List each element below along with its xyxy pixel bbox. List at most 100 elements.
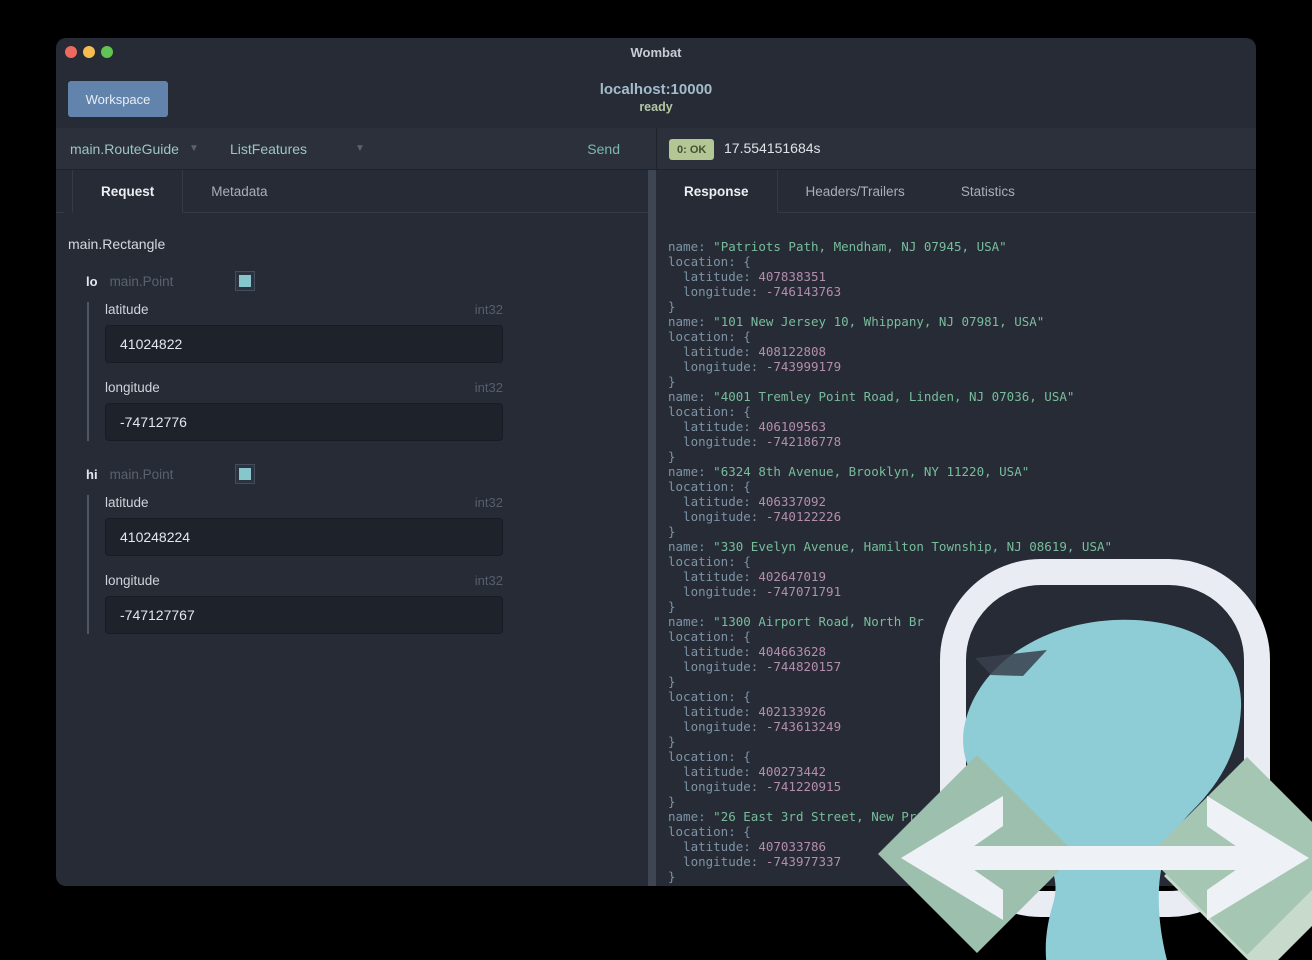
response-brace: } — [668, 374, 676, 389]
group-checkbox[interactable] — [235, 464, 256, 484]
response-line: latitude: 406337092 — [668, 494, 1256, 509]
tab-request[interactable]: Request — [72, 170, 184, 213]
field-longitude: longitude int32 — [105, 380, 648, 441]
checkbox-checked-fill — [239, 275, 252, 287]
server-status: ready — [639, 100, 673, 114]
response-line: location: { — [668, 254, 1256, 269]
response-line: latitude: 406109563 — [668, 419, 1256, 434]
field-type: int32 — [474, 302, 503, 317]
send-button[interactable]: Send — [587, 128, 620, 169]
response-key: longitude: — [668, 854, 759, 869]
response-key: location: — [668, 554, 736, 569]
longitude-input[interactable] — [105, 403, 503, 441]
response-key: location: — [668, 689, 736, 704]
response-key: name: — [668, 614, 706, 629]
field-longitude: longitude int32 — [105, 573, 648, 634]
response-line: name: "101 New Jersey 10, Whippany, NJ 0… — [668, 314, 1256, 329]
tab-metadata[interactable]: Metadata — [183, 170, 296, 213]
response-brace: { — [735, 479, 751, 494]
latitude-input[interactable] — [105, 325, 503, 363]
method-selector[interactable]: ListFeatures ▼ — [230, 128, 365, 169]
response-key: name: — [668, 389, 706, 404]
response-brace: } — [668, 449, 676, 464]
response-key: longitude: — [668, 779, 759, 794]
field-header: longitude int32 — [105, 380, 503, 395]
response-tabs: Response Headers/Trailers Statistics — [656, 170, 1256, 213]
field-header: latitude int32 — [105, 302, 503, 317]
response-brace: { — [735, 554, 751, 569]
response-number: 400273442 — [750, 764, 827, 779]
response-key: longitude: — [668, 359, 759, 374]
response-key: location: — [668, 329, 736, 344]
service-selector[interactable]: main.RouteGuide ▼ — [70, 128, 199, 169]
group-field-name: lo — [86, 273, 98, 289]
server-address: localhost:10000 — [599, 81, 713, 98]
response-brace: { — [735, 329, 751, 344]
group-field-type: main.Point — [109, 466, 174, 482]
tab-spacer — [1042, 170, 1256, 213]
response-key: name: — [668, 539, 706, 554]
response-string: "101 New Jersey 10, Whippany, NJ 07981, … — [705, 314, 1045, 329]
response-number: -743613249 — [758, 719, 842, 734]
tab-spacer — [56, 170, 64, 213]
response-string: "26 East 3rd Street, New Pr — [705, 809, 917, 824]
panel-divider[interactable] — [648, 170, 656, 886]
response-key: location: — [668, 479, 736, 494]
response-line: longitude: -743999179 — [668, 359, 1256, 374]
chevron-down-icon: ▼ — [355, 143, 365, 154]
response-number: 407033786 — [750, 839, 827, 854]
field-latitude: latitude int32 — [105, 302, 648, 363]
response-line: name: "6324 8th Avenue, Brooklyn, NY 112… — [668, 464, 1256, 479]
tab-spacer — [295, 170, 656, 213]
response-brace: { — [735, 689, 751, 704]
response-brace: } — [668, 299, 676, 314]
field-type: int32 — [474, 573, 503, 588]
group-checkbox[interactable] — [235, 271, 256, 291]
response-key: latitude: — [668, 269, 751, 284]
response-number: -744820157 — [758, 659, 842, 674]
request-form: main.Rectangle lo main.Point latitude int32… — [56, 213, 648, 886]
response-line: location: { — [668, 479, 1256, 494]
tab-headers-trailers[interactable]: Headers/Trailers — [777, 170, 933, 213]
toolbar-right: 0: OK 17.554151684s — [656, 128, 1256, 169]
message-group-hi: hi main.Point latitude int32 longitude int32 — [68, 463, 648, 634]
titlebar: Wombat — [56, 38, 1256, 65]
response-string: "Patriots Path, Mendham, NJ 07945, USA" — [705, 239, 1007, 254]
response-line: latitude: 408122808 — [668, 344, 1256, 359]
tab-response[interactable]: Response — [656, 170, 778, 213]
response-number: -740122226 — [758, 509, 842, 524]
response-key: latitude: — [668, 839, 751, 854]
response-key: latitude: — [668, 419, 751, 434]
response-key: longitude: — [668, 719, 759, 734]
response-number: 406109563 — [750, 419, 827, 434]
response-brace: { — [735, 824, 751, 839]
response-key: location: — [668, 824, 736, 839]
response-brace: { — [735, 749, 751, 764]
response-key: name: — [668, 239, 706, 254]
response-line: location: { — [668, 404, 1256, 419]
group-fields: latitude int32 longitude int32 — [87, 495, 648, 634]
chevron-down-icon: ▼ — [188, 143, 199, 154]
latitude-input[interactable] — [105, 518, 503, 556]
response-key: longitude: — [668, 584, 759, 599]
response-key: longitude: — [668, 284, 759, 299]
field-header: longitude int32 — [105, 573, 503, 588]
response-key: longitude: — [668, 509, 759, 524]
method-name: ListFeatures — [230, 140, 308, 157]
tab-statistics[interactable]: Statistics — [932, 170, 1043, 213]
response-number: 404663628 — [750, 644, 827, 659]
response-key: latitude: — [668, 764, 751, 779]
response-key: name: — [668, 809, 706, 824]
response-line: location: { — [668, 329, 1256, 344]
group-field-name: hi — [86, 466, 98, 482]
response-number: 408122808 — [750, 344, 827, 359]
response-key: latitude: — [668, 494, 751, 509]
longitude-input[interactable] — [105, 596, 503, 634]
response-string: "330 Evelyn Avenue, Hamilton Township, N… — [705, 539, 1113, 554]
response-number: -743999179 — [758, 359, 842, 374]
toolbar-left: main.RouteGuide ▼ ListFeatures ▼ Send — [56, 128, 656, 169]
field-type: int32 — [474, 495, 503, 510]
response-number: -747071791 — [758, 584, 842, 599]
response-brace: { — [735, 629, 751, 644]
toolbar: main.RouteGuide ▼ ListFeatures ▼ Send 0:… — [56, 128, 1256, 170]
